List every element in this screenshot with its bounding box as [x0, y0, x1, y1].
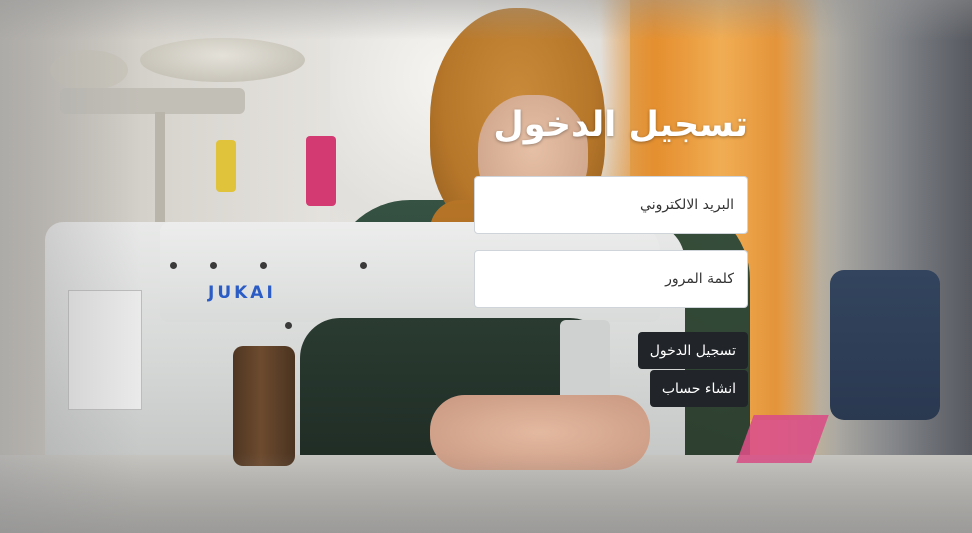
machine-brand-text: JUKAI: [208, 283, 276, 303]
thread-spool: [233, 346, 295, 466]
machine-screw: [285, 322, 292, 329]
machine-screw: [170, 262, 177, 269]
login-button[interactable]: تسجيل الدخول: [637, 332, 748, 369]
bag: [830, 270, 940, 420]
email-field[interactable]: [474, 176, 748, 234]
login-form: تسجيل الدخول تسجيل الدخول انشاء حساب: [474, 100, 748, 407]
page-title: تسجيل الدخول: [493, 105, 748, 145]
password-field[interactable]: [474, 250, 748, 308]
spool-pole: [155, 112, 165, 222]
lamp-shade: [140, 38, 305, 82]
vignette: [0, 453, 972, 533]
machine-screw: [210, 262, 217, 269]
machine-screw: [260, 262, 267, 269]
vignette: [0, 0, 972, 40]
register-button[interactable]: انشاء حساب: [649, 370, 748, 407]
thread-spool: [306, 136, 336, 206]
machine-screw: [360, 262, 367, 269]
thread-spool: [216, 140, 236, 192]
